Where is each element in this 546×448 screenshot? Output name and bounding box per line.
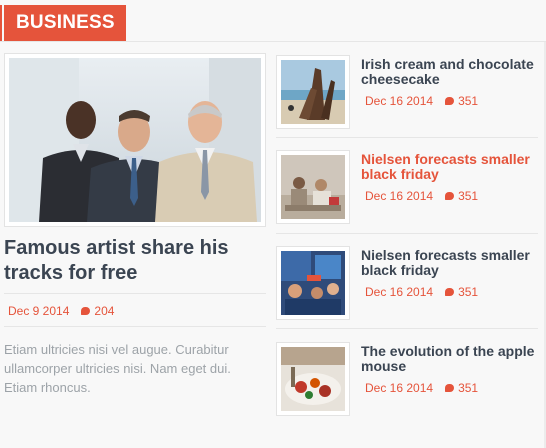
comment-icon (445, 97, 455, 105)
business-men-photo (9, 58, 261, 222)
divider (4, 293, 266, 294)
item-title[interactable]: The evolution of the apple mouse (361, 344, 541, 374)
divider (276, 137, 538, 138)
item-title[interactable]: Irish cream and chocolate cheesecake (361, 57, 541, 87)
comment-icon (445, 192, 455, 200)
item-comment-count[interactable]: 351 (458, 285, 478, 299)
feature-excerpt: Etiam ultricies nisi vel augue. Curabitu… (4, 342, 231, 395)
item-meta: Dec 16 2014 351 (365, 189, 478, 203)
item-meta: Dec 16 2014 351 (365, 381, 478, 395)
feature-meta: Dec 9 2014 204 (8, 304, 114, 318)
section-divider (0, 41, 546, 42)
street-people-photo (281, 155, 345, 219)
feature-title[interactable]: Famous artist share his tracks for free (4, 236, 266, 286)
divider (4, 326, 266, 327)
section-header: BUSINESS (0, 0, 546, 42)
list-item: Nielsen forecasts smaller black friday D… (276, 150, 538, 240)
list-item: Irish cream and chocolate cheesecake Dec… (276, 55, 538, 145)
beach-wreck-photo (281, 60, 345, 124)
item-meta: Dec 16 2014 351 (365, 285, 478, 299)
comment-icon (445, 384, 455, 392)
comment-icon (81, 307, 91, 315)
item-date: Dec 16 2014 (365, 285, 434, 299)
item-thumbnail[interactable] (276, 150, 350, 224)
item-meta: Dec 16 2014 351 (365, 94, 478, 108)
item-comment-count[interactable]: 351 (458, 381, 478, 395)
crowd-fans-photo (281, 251, 345, 315)
item-thumbnail[interactable] (276, 246, 350, 320)
list-item: Nielsen forecasts smaller black friday D… (276, 246, 538, 336)
item-date: Dec 16 2014 (365, 189, 434, 203)
section-title[interactable]: BUSINESS (0, 5, 126, 41)
divider (276, 233, 538, 234)
item-thumbnail[interactable] (276, 342, 350, 416)
feature-comment-count[interactable]: 204 (94, 304, 114, 318)
food-plate-photo (281, 347, 345, 411)
comment-icon (445, 288, 455, 296)
item-title[interactable]: Nielsen forecasts smaller black friday (361, 152, 541, 182)
item-comment-count[interactable]: 351 (458, 94, 478, 108)
feature-image[interactable] (4, 53, 266, 227)
divider (276, 328, 538, 329)
item-title[interactable]: Nielsen forecasts smaller black friday (361, 248, 541, 278)
item-comment-count[interactable]: 351 (458, 189, 478, 203)
item-thumbnail[interactable] (276, 55, 350, 129)
item-date: Dec 16 2014 (365, 94, 434, 108)
list-item: The evolution of the apple mouse Dec 16 … (276, 342, 538, 432)
item-date: Dec 16 2014 (365, 381, 434, 395)
feature-date: Dec 9 2014 (8, 304, 70, 318)
